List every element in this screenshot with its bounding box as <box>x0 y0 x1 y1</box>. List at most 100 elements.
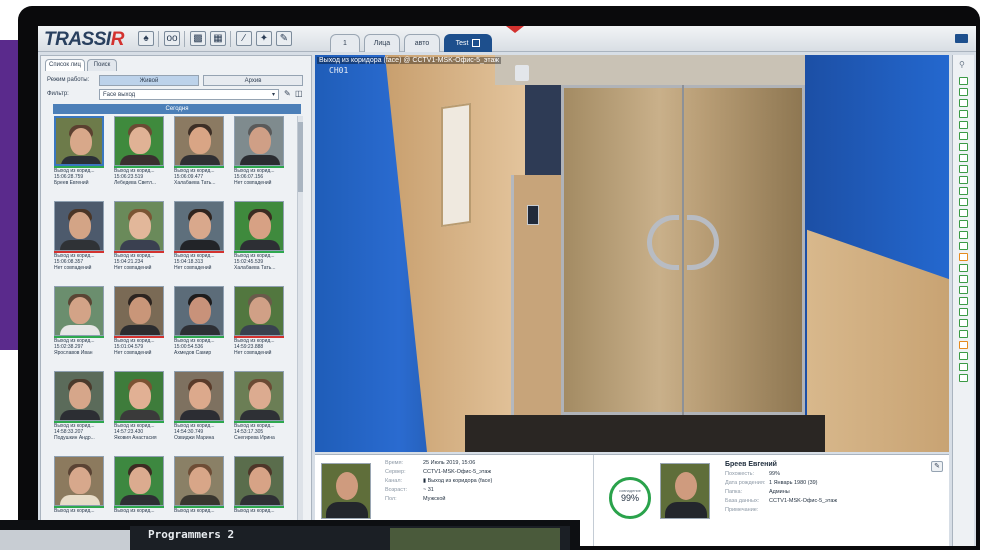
camera-status-icon[interactable] <box>959 220 968 228</box>
camera-status-icon[interactable] <box>959 341 968 349</box>
search-icon[interactable]: ⚲ <box>959 60 965 69</box>
face-card-person: Ахмедов Самир <box>174 350 212 356</box>
face-photo <box>234 201 284 251</box>
camera-status-icon[interactable] <box>959 374 968 382</box>
face-head <box>129 297 151 324</box>
face-photo <box>114 456 164 506</box>
face-card[interactable]: Выход из корид... 15:06:08.357 Нет совпаде… <box>54 201 108 281</box>
face-card[interactable]: Выход из корид... 15:06:23.519 Лебедева Св… <box>114 116 168 196</box>
face-body <box>180 240 220 250</box>
tab-auto[interactable]: авто <box>404 34 440 52</box>
layout-icon[interactable]: ▦ <box>210 31 226 46</box>
face-card[interactable]: Выход из корид... 14:54:30.749 Озвиджи Мар… <box>174 371 228 451</box>
face-body <box>120 495 160 505</box>
camera-status-icon[interactable] <box>959 77 968 85</box>
face-card[interactable]: Выход из корид... 15:01:04.579 Нет совпаде… <box>114 286 168 366</box>
camera-view[interactable]: Выход из коридора (face) @ CCTV1-MSK-Офи… <box>315 55 949 452</box>
face-photo <box>114 116 164 166</box>
camera-icon[interactable] <box>955 34 968 43</box>
camera-status-icon[interactable] <box>959 143 968 151</box>
trash-icon[interactable]: ◫ <box>295 89 303 98</box>
camera-status-icon[interactable] <box>959 319 968 327</box>
camera-status-icon[interactable] <box>959 253 968 261</box>
tab-face-list[interactable]: Список лиц <box>45 59 85 71</box>
filter-select[interactable]: Face выход <box>99 89 279 100</box>
camera-status-icon[interactable] <box>959 154 968 162</box>
camera-status-icon[interactable] <box>959 165 968 173</box>
ruler-icon[interactable]: ∕ <box>236 31 252 46</box>
mode-archive-button[interactable]: Архив <box>203 75 303 86</box>
face-photo <box>54 456 104 506</box>
face-card[interactable]: Выход из корид... 15:02:45.539 Халабаева Т… <box>234 201 288 281</box>
face-card-camera: Выход из корид... <box>114 508 155 514</box>
camera-status-icon[interactable] <box>959 198 968 206</box>
puzzle-icon[interactable]: ✦ <box>256 31 272 46</box>
camera-status-icon[interactable] <box>959 264 968 272</box>
oo-icon[interactable]: oo <box>164 31 180 46</box>
camera-status-icon[interactable] <box>959 132 968 140</box>
face-card[interactable]: Выход из корид... 15:00:54.536 Ахмедов Сам… <box>174 286 228 366</box>
face-body <box>665 502 707 518</box>
camera-status-icon[interactable] <box>959 297 968 305</box>
face-body <box>120 155 160 165</box>
camera-status-icon[interactable] <box>959 209 968 217</box>
face-card[interactable]: Выход из корид... 15:06:09.477 Халабаева Т… <box>174 116 228 196</box>
face-body <box>240 325 280 335</box>
edit-person-button[interactable]: ✎ <box>931 461 943 472</box>
camera-status-icon[interactable] <box>959 99 968 107</box>
face-card[interactable]: Выход из корид... 14:59:23.888 Нет совпаде… <box>234 286 288 366</box>
camera-status-icon[interactable] <box>959 308 968 316</box>
face-photo <box>174 286 224 336</box>
scene-card-reader <box>527 205 539 225</box>
face-head <box>69 382 91 409</box>
tab-search[interactable]: Поиск <box>87 59 117 71</box>
face-card[interactable]: Выход из корид... 14:53:17.305 Снегирева И… <box>234 371 288 451</box>
face-head <box>129 127 151 154</box>
face-card[interactable]: Выход из корид... 14:58:33.207 Подушкин Ан… <box>54 371 108 451</box>
face-card[interactable]: Выход из корид... 15:02:38.297 Ярославов И… <box>54 286 108 366</box>
tab-test[interactable]: Test <box>444 34 492 52</box>
face-photo <box>174 371 224 421</box>
toolbar-separator <box>158 31 159 47</box>
camera-status-icon[interactable] <box>959 176 968 184</box>
camera-status-icon[interactable] <box>959 88 968 96</box>
face-body <box>120 240 160 250</box>
face-card-person: Снегирева Ирина <box>234 435 275 441</box>
camera-status-icon[interactable] <box>959 275 968 283</box>
face-card[interactable]: Выход из корид... 15:04:21.234 Нет совпаде… <box>114 201 168 281</box>
event-face-thumbnail[interactable] <box>321 463 371 519</box>
camera-status-icon[interactable] <box>959 330 968 338</box>
tab-1[interactable]: 1 <box>330 34 360 52</box>
bell-icon[interactable]: ♠ <box>138 31 154 46</box>
monitor-icon[interactable]: ▩ <box>190 31 206 46</box>
camera-status-icon[interactable] <box>959 352 968 360</box>
camera-status-icon[interactable] <box>959 242 968 250</box>
camera-status-icon[interactable] <box>959 187 968 195</box>
camera-status-icon[interactable] <box>959 121 968 129</box>
edit-window-icon[interactable]: ✎ <box>276 31 292 46</box>
match-face-thumbnail[interactable] <box>660 463 710 519</box>
pencil-icon[interactable]: ✎ <box>284 89 291 98</box>
face-head <box>189 382 211 409</box>
face-photo <box>174 456 224 506</box>
trassir-logo: TRASSIR <box>44 29 124 50</box>
face-card[interactable]: Выход из корид... 14:57:23.430 Яковия Анас… <box>114 371 168 451</box>
face-card-person: Нет совпадений <box>114 265 152 271</box>
face-head <box>129 212 151 239</box>
camera-status-icon[interactable] <box>959 110 968 118</box>
face-head <box>70 128 92 155</box>
face-body <box>61 156 101 164</box>
face-photo <box>234 456 284 506</box>
panel-divider <box>593 455 594 546</box>
grid-scrollbar[interactable] <box>297 116 303 544</box>
face-body <box>240 410 280 420</box>
mode-live-button[interactable]: Живой <box>99 75 199 86</box>
camera-status-icon[interactable] <box>959 286 968 294</box>
tab-faces[interactable]: Лица <box>364 34 400 52</box>
face-card[interactable]: Выход из корид... 15:06:07.156 Нет совпаде… <box>234 116 288 196</box>
face-card[interactable]: Выход из корид... 15:04:18.313 Нет совпаде… <box>174 201 228 281</box>
scrollbar-thumb[interactable] <box>298 122 303 192</box>
camera-status-icon[interactable] <box>959 231 968 239</box>
camera-status-icon[interactable] <box>959 363 968 371</box>
face-card[interactable]: Выход из корид... 15:06:28.759 Бреев Евген… <box>54 116 108 196</box>
